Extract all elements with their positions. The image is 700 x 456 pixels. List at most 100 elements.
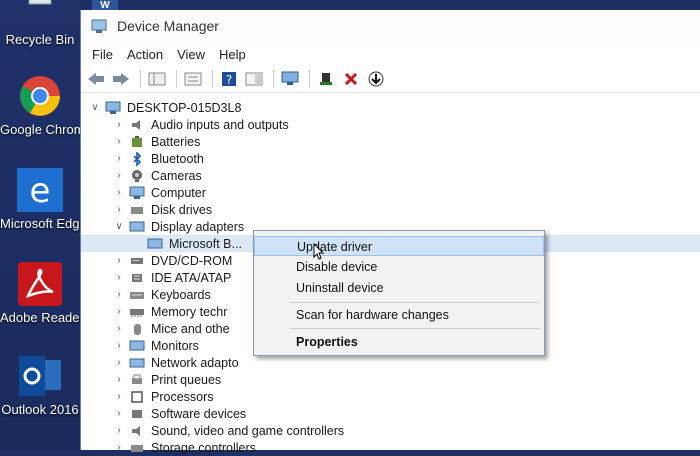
tree-item-bluetooth[interactable]: › Bluetooth [81, 150, 700, 167]
battery-icon [129, 135, 145, 149]
tree-item-label: Mice and othe [151, 321, 230, 336]
expand-arrow-icon[interactable]: › [113, 187, 125, 198]
sound-icon [129, 424, 145, 438]
outlook-label: Outlook 2016 [1, 402, 79, 417]
forward-button[interactable] [110, 69, 132, 89]
dvd-icon [129, 254, 145, 268]
title-bar: Device Manager [81, 10, 700, 42]
action-pane-button[interactable] [243, 69, 265, 89]
expand-arrow-icon[interactable]: › [113, 204, 125, 215]
expand-arrow-icon[interactable]: › [113, 153, 125, 164]
tree-item-print-queues[interactable]: › Print queues [81, 371, 700, 388]
expand-arrow-icon[interactable]: › [113, 306, 125, 317]
expand-arrow-icon[interactable]: › [113, 289, 125, 300]
expand-arrow-icon[interactable]: › [113, 170, 125, 181]
properties-menu-item[interactable]: Properties [254, 332, 544, 352]
help-icon: ? [222, 72, 236, 87]
expand-arrow-icon[interactable]: › [113, 391, 125, 402]
computer-icon [105, 101, 121, 115]
tree-item-cameras[interactable]: › Cameras [81, 167, 700, 184]
monitor-scan-icon [281, 71, 299, 85]
disable-device-menu-item[interactable]: Disable device [254, 257, 544, 277]
tree-item-disk-drives[interactable]: › Disk drives [81, 201, 700, 218]
tree-item-label: Microsoft B... [169, 236, 242, 251]
menu-bar: File Action View Help [81, 42, 700, 66]
menu-file[interactable]: File [85, 47, 120, 62]
update-driver-icon [320, 73, 332, 85]
toolbar-separator [309, 70, 310, 88]
tree-item-label: Processors [151, 389, 214, 404]
tree-item-label: DVD/CD-ROM [151, 253, 233, 268]
expand-arrow-icon[interactable]: › [113, 357, 125, 368]
scan-hardware-button[interactable] [279, 69, 301, 89]
expand-arrow-icon[interactable]: › [113, 255, 125, 266]
desktop-icon-adobe[interactable]: Adobe Reader 9 [0, 260, 95, 325]
tree-item-storage-controllers[interactable]: › Storage controllers [81, 439, 700, 456]
tree-item-batteries[interactable]: › Batteries [81, 133, 700, 150]
console-tree-icon [148, 72, 166, 86]
expand-arrow-icon[interactable]: › [113, 408, 125, 419]
desktop-icon-edge[interactable]: e Microsoft Edge [0, 166, 87, 231]
storage-icon [129, 441, 145, 455]
processor-icon [129, 390, 145, 404]
window-title: Device Manager [117, 18, 219, 34]
bluetooth-icon [129, 151, 145, 166]
tree-item-network[interactable]: › Network adapto [81, 354, 700, 371]
forward-arrow-icon [113, 73, 129, 85]
back-arrow-icon [88, 73, 104, 85]
expand-arrow-icon[interactable]: › [113, 272, 125, 283]
tree-item-label: Network adapto [151, 355, 239, 370]
expand-arrow-icon[interactable]: › [113, 340, 125, 351]
expand-arrow-icon[interactable]: › [113, 323, 125, 334]
properties-button[interactable] [182, 69, 204, 89]
tree-item-label: Bluetooth [151, 151, 204, 166]
expand-arrow-icon[interactable]: › [113, 119, 125, 130]
update-driver-menu-item[interactable]: Update driver [254, 236, 544, 256]
menu-view[interactable]: View [170, 47, 212, 62]
uninstall-device-menu-item[interactable]: Uninstall device [254, 278, 544, 298]
tree-root[interactable]: ∨ DESKTOP-015D3L8 [81, 99, 700, 116]
menu-action[interactable]: Action [120, 47, 170, 62]
chrome-label: Google Chrome [0, 122, 92, 137]
mouse-cursor-icon [313, 243, 325, 260]
mouse-icon [129, 322, 145, 336]
tree-item-sound-video[interactable]: › Sound, video and game controllers [81, 422, 700, 439]
recycle-bin-icon [15, 0, 65, 30]
tree-item-label: Monitors [151, 338, 199, 353]
update-driver-button[interactable] [315, 69, 337, 89]
enable-device-button[interactable] [365, 69, 387, 89]
desktop-icon-recycle-bin[interactable]: Recycle Bin [0, 0, 80, 47]
computer-icon [129, 186, 145, 200]
svg-text:?: ? [226, 73, 232, 87]
desktop-icon-outlook[interactable]: Outlook 2016 [0, 352, 80, 417]
back-button[interactable] [85, 69, 107, 89]
ide-icon [129, 271, 145, 285]
tree-item-audio[interactable]: › Audio inputs and outputs [81, 116, 700, 133]
help-button[interactable]: ? [218, 69, 240, 89]
desktop-icon-chrome[interactable]: Google Chrome [0, 72, 92, 137]
svg-text:e: e [30, 171, 51, 211]
show-hide-console-tree-button[interactable] [146, 69, 168, 89]
tree-item-software-devices[interactable]: › Software devices [81, 405, 700, 422]
tree-root-label: DESKTOP-015D3L8 [127, 100, 242, 115]
expand-arrow-icon[interactable]: › [113, 442, 125, 453]
tree-item-processors[interactable]: › Processors [81, 388, 700, 405]
context-menu: Update driver Disable device Uninstall d… [253, 230, 545, 356]
scan-hardware-menu-item[interactable]: Scan for hardware changes [254, 305, 544, 325]
menu-help[interactable]: Help [212, 47, 253, 62]
disk-icon [129, 203, 145, 217]
recycle-bin-label: Recycle Bin [5, 32, 75, 47]
tree-item-label: Computer [151, 185, 206, 200]
tree-item-label: Keyboards [151, 287, 211, 302]
expand-arrow-icon[interactable]: › [113, 374, 125, 385]
collapse-arrow-icon[interactable]: ∨ [113, 221, 125, 232]
properties-icon [184, 72, 202, 86]
uninstall-button[interactable] [340, 69, 362, 89]
expand-arrow-icon[interactable]: › [113, 425, 125, 436]
monitor-icon [147, 237, 163, 251]
collapse-arrow-icon[interactable]: ∨ [89, 102, 101, 113]
expand-arrow-icon[interactable]: › [113, 136, 125, 147]
tree-item-computer[interactable]: › Computer [81, 184, 700, 201]
download-arrow-icon [368, 71, 384, 87]
adobe-reader-icon [15, 260, 65, 308]
